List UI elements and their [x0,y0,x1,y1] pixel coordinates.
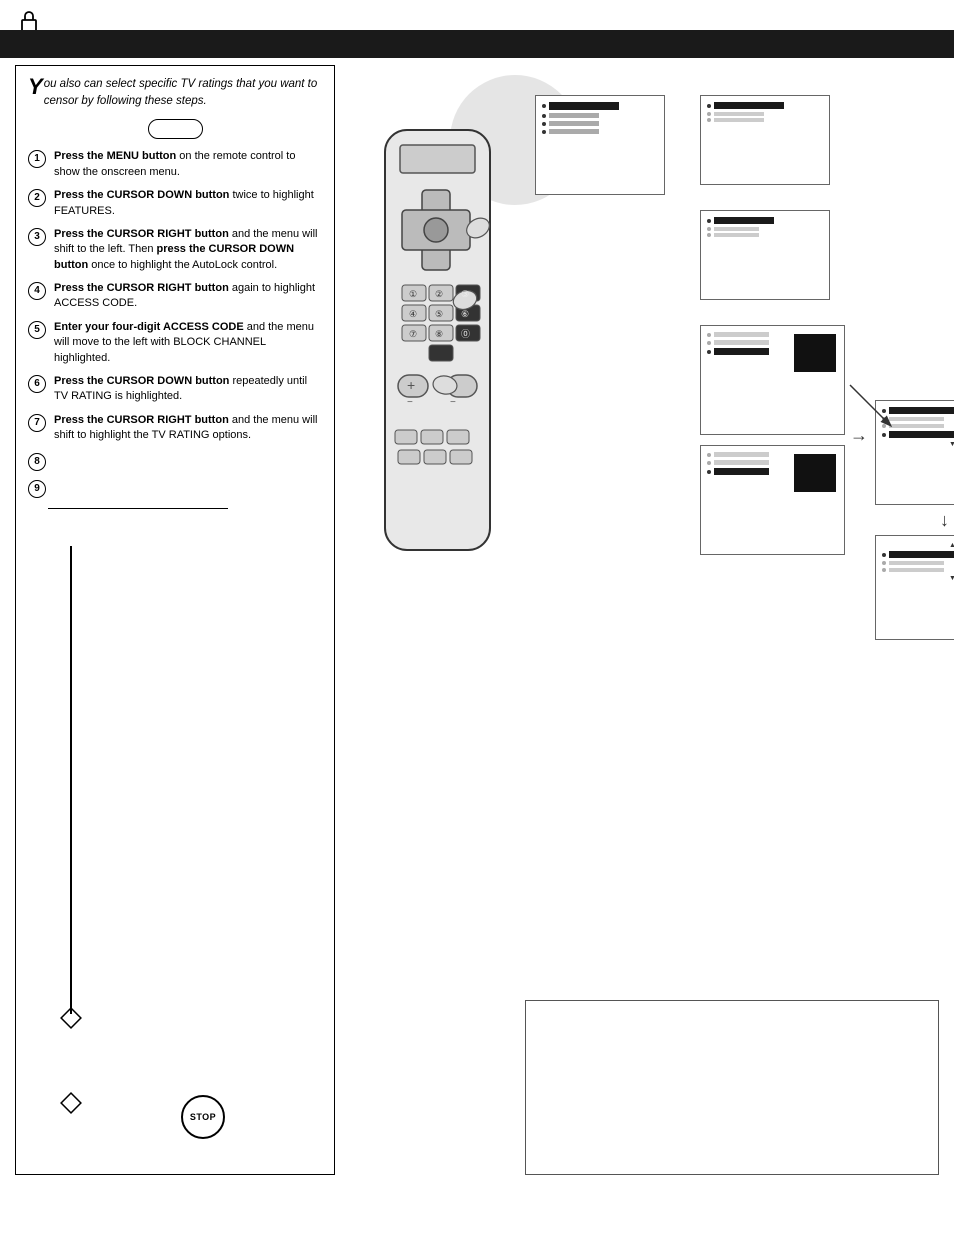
bottom-note-box [525,1000,939,1175]
svg-text:⑤: ⑤ [435,309,443,319]
screen-mockup-1 [535,95,665,195]
step-1-circle: 1 [28,150,46,168]
vertical-line [70,546,72,1014]
svg-text:①: ① [409,289,417,299]
step-4-text: Press the CURSOR RIGHT button again to h… [54,281,322,312]
svg-text:⑧: ⑧ [435,329,443,339]
stop-button-container: STOP [181,1095,225,1139]
svg-text:⑦: ⑦ [409,329,417,339]
step-7-circle: 7 [28,414,46,432]
step-7: 7 Press the CURSOR RIGHT button and the … [28,413,322,444]
svg-text:⓪: ⓪ [461,329,470,339]
menu-button-illustration [28,119,322,139]
stop-button: STOP [181,1095,225,1139]
step-7-text: Press the CURSOR RIGHT button and the me… [54,413,322,444]
screen-mockup-3 [700,210,830,300]
step-6: 6 Press the CURSOR DOWN button repeatedl… [28,374,322,405]
step-3-text: Press the CURSOR RIGHT button and the me… [54,227,322,273]
diamond-shape-lower-2 [60,1092,82,1119]
step-1: 1 Press the MENU button on the remote co… [28,149,322,180]
step-5-circle: 5 [28,321,46,339]
remote-control: + + − − ① ② ③ ④ ⑤ ⑥ ⑦ ⑧ [350,120,535,630]
step-8-text [54,452,322,471]
step-5: 5 Enter your four-digit ACCESS CODE and … [28,320,322,366]
step-8-circle: 8 [28,453,46,471]
arrow-down-1: ↓ [940,510,949,531]
menu-btn-shape [148,119,203,139]
step-2: 2 Press the CURSOR DOWN button twice to … [28,188,322,219]
intro-text: Y ou also can select specific TV ratings… [28,76,322,109]
svg-text:+: + [407,377,415,393]
divider-line [48,508,228,510]
step-2-text: Press the CURSOR DOWN button twice to hi… [54,188,322,219]
screen-mockup-2 [700,95,830,185]
step-6-circle: 6 [28,375,46,393]
step-9: 9 [28,479,322,498]
step-9-circle: 9 [28,480,46,498]
instruction-panel: Y ou also can select specific TV ratings… [15,65,335,1175]
svg-text:④: ④ [409,309,417,319]
svg-text:②: ② [435,289,443,299]
svg-text:⑥: ⑥ [461,309,469,319]
step-8: 8 [28,452,322,471]
step-4-circle: 4 [28,282,46,300]
screen-mockup-8: ▲ ▼ [875,535,954,640]
svg-text:−: − [450,397,456,408]
svg-text:−: − [407,397,413,408]
step-5-text: Enter your four-digit ACCESS CODE and th… [54,320,322,366]
remote-svg: + + − − ① ② ③ ④ ⑤ ⑥ ⑦ ⑧ [350,120,535,630]
step-6-text: Press the CURSOR DOWN button repeatedly … [54,374,322,405]
step-4: 4 Press the CURSOR RIGHT button again to… [28,281,322,312]
screen-mockup-5 [700,445,845,555]
step-3-circle: 3 [28,228,46,246]
step-1-text: Press the MENU button on the remote cont… [54,149,322,180]
diamond-shape-lower-1 [60,1007,82,1034]
step-2-circle: 2 [28,189,46,207]
svg-text:③: ③ [461,289,469,299]
header-bar [0,30,954,58]
diagonal-arrow [840,375,900,440]
right-panel: + + − − ① ② ③ ④ ⑤ ⑥ ⑦ ⑧ [340,65,939,1175]
screen-mockup-4 [700,325,845,435]
step-9-text [54,479,322,498]
step-3: 3 Press the CURSOR RIGHT button and the … [28,227,322,273]
